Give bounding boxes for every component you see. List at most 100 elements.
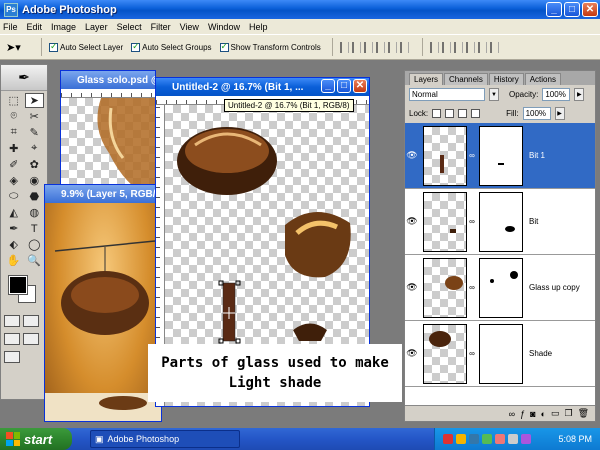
align-top-icon[interactable] [339, 41, 349, 53]
screen-mode-standard-button[interactable] [4, 333, 20, 345]
add-mask-icon[interactable]: ◙ [530, 409, 535, 419]
move-tool-icon[interactable]: ➤▾ [6, 38, 34, 56]
quick-mask-button[interactable] [23, 315, 39, 327]
new-group-icon[interactable]: ▭ [551, 408, 560, 419]
layer-row[interactable]: 👁 ∞ Shade [405, 321, 595, 387]
start-button[interactable]: start [0, 428, 72, 450]
menu-edit[interactable]: Edit [27, 22, 43, 32]
feather-icon[interactable]: ✒ [1, 65, 47, 91]
menu-filter[interactable]: Filter [151, 22, 171, 32]
tray-icon[interactable] [521, 434, 531, 444]
layer-row[interactable]: 👁 ∞ Bit 1 [405, 123, 595, 189]
tab-channels[interactable]: Channels [444, 73, 488, 85]
notes-tool-icon[interactable]: ⬖ [4, 237, 24, 252]
document-title[interactable]: 9.9% (Layer 5, RGB/8) [45, 185, 161, 203]
lock-all-checkbox[interactable] [471, 109, 481, 118]
new-layer-icon[interactable]: ❐ [564, 408, 572, 419]
menu-view[interactable]: View [180, 22, 199, 32]
type-tool-icon[interactable]: T [25, 221, 45, 236]
layer-mask-thumbnail[interactable] [479, 191, 523, 252]
jump-to-imageready-button[interactable] [4, 351, 20, 363]
opacity-slider-arrow-icon[interactable]: ▶ [574, 88, 585, 101]
tray-icon[interactable] [443, 434, 453, 444]
eye-icon[interactable]: 👁 [405, 150, 419, 161]
layer-style-icon[interactable]: ƒ [520, 409, 525, 419]
auto-select-layer-checkbox[interactable]: Auto Select Layer [49, 41, 123, 52]
blur-tool-icon[interactable]: ⬭ [4, 189, 24, 204]
show-transform-controls-checkbox[interactable]: Show Transform Controls [219, 41, 321, 52]
distribute-hcenter-icon[interactable] [477, 41, 487, 53]
dodge-tool-icon[interactable]: ⬣ [25, 189, 45, 204]
menu-help[interactable]: Help [249, 22, 268, 32]
fill-input[interactable]: 100% [522, 107, 551, 120]
layer-mask-thumbnail[interactable] [479, 125, 523, 186]
eye-icon[interactable]: 👁 [405, 282, 419, 293]
move-tool-icon[interactable]: ➤ [24, 93, 44, 108]
distribute-vcenter-icon[interactable] [441, 41, 451, 53]
align-bottom-icon[interactable] [363, 41, 373, 53]
doc-close-button[interactable]: ✕ [353, 79, 367, 93]
trash-icon[interactable]: 🗑 [578, 408, 589, 419]
auto-select-groups-checkbox[interactable]: Auto Select Groups [131, 41, 212, 52]
lasso-tool-icon[interactable]: ⌾ [4, 109, 24, 124]
fill-slider-arrow-icon[interactable]: ▶ [554, 107, 565, 120]
menu-file[interactable]: File [3, 22, 18, 32]
path-select-icon[interactable]: ◭ [4, 205, 24, 220]
distribute-top-icon[interactable] [429, 41, 439, 53]
document-window-layer5[interactable]: 9.9% (Layer 5, RGB/8) [44, 184, 162, 422]
align-vcenter-icon[interactable] [351, 41, 361, 53]
menu-select[interactable]: Select [117, 22, 142, 32]
slice-tool-icon[interactable]: ✎ [25, 125, 45, 140]
menu-image[interactable]: Image [51, 22, 76, 32]
history-brush-icon[interactable]: ✿ [25, 157, 45, 172]
blend-mode-select[interactable]: Normal [409, 88, 485, 101]
clone-stamp-icon[interactable]: ✐ [4, 157, 24, 172]
lamp-photo[interactable] [45, 203, 161, 421]
layer-row[interactable]: 👁 ∞ Glass up copy [405, 255, 595, 321]
lock-image-checkbox[interactable] [445, 109, 455, 118]
healing-brush-icon[interactable]: ✚ [4, 141, 24, 156]
tray-icon[interactable] [456, 434, 466, 444]
layer-row[interactable]: 👁 ∞ Bit [405, 189, 595, 255]
brush-tool-icon[interactable]: ⌖ [25, 141, 45, 156]
foreground-color-swatch[interactable] [8, 275, 28, 295]
link-layers-icon[interactable]: ∞ [509, 409, 515, 419]
adjustment-layer-icon[interactable]: ◐ [541, 409, 546, 419]
tab-history[interactable]: History [488, 73, 524, 85]
lock-transparent-checkbox[interactable] [432, 109, 442, 118]
tray-icon[interactable] [482, 434, 492, 444]
eye-icon[interactable]: 👁 [405, 216, 419, 227]
eye-icon[interactable]: 👁 [405, 348, 419, 359]
document-window-glass-solo[interactable]: Glass solo.psd @ [60, 70, 156, 190]
crop-tool-icon[interactable]: ⌗ [4, 125, 24, 140]
close-button[interactable]: ✕ [582, 2, 598, 17]
distribute-bottom-icon[interactable] [453, 41, 463, 53]
distribute-left-icon[interactable] [465, 41, 475, 53]
screen-mode-full-button[interactable] [23, 333, 39, 345]
doc-maximize-button[interactable]: □ [337, 79, 351, 93]
layer-mask-thumbnail[interactable] [479, 323, 523, 384]
distribute-right-icon[interactable] [489, 41, 499, 53]
tab-actions[interactable]: Actions [524, 73, 561, 85]
doc-minimize-button[interactable]: _ [321, 79, 335, 93]
taskbar-photoshop-button[interactable]: ▣ Adobe Photoshop [90, 430, 240, 448]
align-left-icon[interactable] [375, 41, 385, 53]
align-right-icon[interactable] [399, 41, 409, 53]
canvas[interactable] [61, 98, 155, 189]
hand-tool-icon[interactable]: ✋ [4, 253, 24, 268]
shape-tool-icon[interactable]: ◯ [25, 237, 45, 252]
magic-wand-tool-icon[interactable]: ✂ [25, 109, 45, 124]
align-hcenter-icon[interactable] [387, 41, 397, 53]
tray-icon[interactable] [508, 434, 518, 444]
document-title[interactable]: Glass solo.psd @ [61, 71, 155, 89]
standard-mode-button[interactable] [4, 315, 20, 327]
tray-icon[interactable] [495, 434, 505, 444]
tray-icon[interactable] [469, 434, 479, 444]
layer-mask-thumbnail[interactable] [479, 257, 523, 318]
direct-select-icon[interactable]: ◍ [25, 205, 45, 220]
minimize-button[interactable]: _ [546, 2, 562, 17]
eraser-tool-icon[interactable]: ◈ [4, 173, 24, 188]
opacity-input[interactable]: 100% [542, 88, 571, 101]
menu-layer[interactable]: Layer [85, 22, 108, 32]
zoom-tool-icon[interactable]: 🔍 [25, 253, 45, 268]
